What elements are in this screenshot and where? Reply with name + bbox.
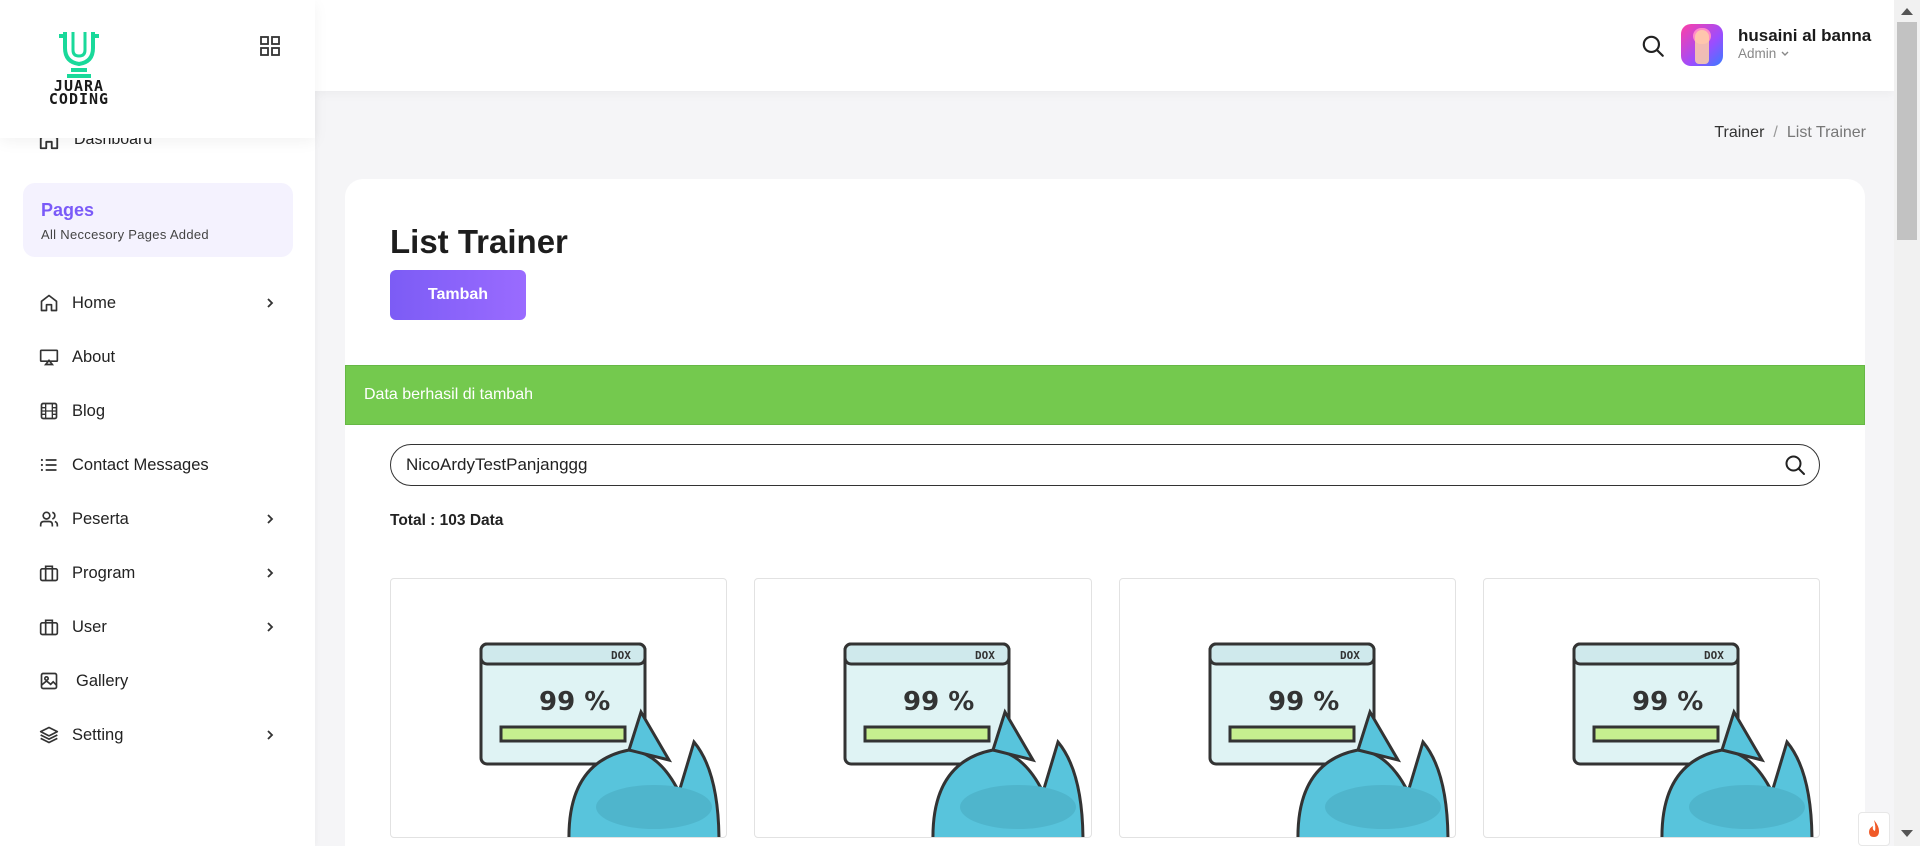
trophy-icon [59, 32, 99, 78]
search-input[interactable] [406, 455, 1783, 475]
flame-icon [1869, 820, 1879, 837]
users-icon [38, 508, 60, 530]
scroll-up-arrow-icon[interactable] [1901, 8, 1913, 15]
window-label: DOX [611, 649, 631, 662]
loading-placeholder-illustration: DOX 99 % [1572, 642, 1814, 837]
total-count: Total : 103 Data [390, 512, 504, 529]
layers-icon [38, 724, 60, 746]
sidebar-item-label: About [72, 347, 116, 366]
sidebar-item-label: Gallery [76, 671, 129, 690]
pages-section-card: Pages All Neccesory Pages Added [23, 183, 293, 257]
chevron-down-icon [1781, 51, 1789, 56]
chevron-right-icon [267, 298, 274, 308]
window-label: DOX [975, 649, 995, 662]
user-name: husaini al banna [1738, 26, 1872, 45]
trainer-card[interactable]: DOX 99 % [754, 578, 1092, 838]
sidebar-item-label: Peserta [72, 509, 129, 528]
sidebar-item-label: Home [72, 293, 117, 312]
chevron-right-icon [267, 514, 274, 524]
loading-placeholder-illustration: DOX 99 % [843, 642, 1085, 837]
sidebar-item-program[interactable]: Program [0, 546, 315, 600]
user-role-dropdown[interactable]: Admin [1738, 46, 1790, 61]
loading-placeholder-illustration: DOX 99 % [479, 642, 721, 837]
add-trainer-button[interactable]: Tambah [390, 270, 526, 320]
scroll-down-arrow-icon[interactable] [1901, 830, 1913, 837]
chevron-right-icon [267, 568, 274, 578]
sidebar-item-gallery[interactable]: Gallery [0, 654, 315, 708]
sidebar-item-peserta[interactable]: Peserta [0, 492, 315, 546]
page-title: List Trainer [390, 223, 568, 260]
pages-subtitle: All Neccesory Pages Added [41, 227, 209, 242]
loading-placeholder-illustration: DOX 99 % [1208, 642, 1449, 837]
sidebar-item-label: Contact Messages [72, 455, 209, 474]
alert-text: Data berhasil di tambah [364, 386, 533, 403]
list-icon [38, 454, 60, 476]
sidebar-header: JUARA CODING [0, 0, 315, 138]
sidebar-item-contact-messages[interactable]: Contact Messages [0, 438, 315, 492]
progress-text: 99 % [1632, 687, 1703, 717]
search-icon[interactable] [1640, 33, 1666, 59]
progress-text: 99 % [903, 687, 974, 717]
breadcrumb-separator: / [1773, 124, 1778, 141]
sidebar-item-blog[interactable]: Blog [0, 384, 315, 438]
sidebar-item-home[interactable]: Home [0, 276, 315, 330]
breadcrumb-current: List Trainer [1786, 124, 1866, 141]
image-icon [38, 670, 60, 692]
success-alert: Data berhasil di tambah [345, 365, 1865, 425]
trainer-card-grid: DOX 99 % DOX 99 % DOX 99 % DOX 99 % [390, 578, 1820, 838]
trainer-card[interactable]: DOX 99 % [1118, 578, 1456, 838]
sidebar: JUARA CODING Dashboard Pages All Neccesor… [0, 0, 315, 846]
avatar[interactable] [1681, 24, 1723, 66]
topbar: husaini al banna Admin [315, 0, 1894, 91]
sidebar-menu: Home About Blog Contact Messages Peserta… [0, 276, 315, 762]
flame-widget-button[interactable] [1858, 812, 1890, 846]
window-label: DOX [1704, 649, 1724, 662]
sidebar-item-label: User [72, 617, 107, 636]
search-field [390, 444, 1820, 486]
sidebar-item-label: Setting [72, 725, 124, 744]
progress-text: 99 % [539, 687, 610, 717]
window-label: DOX [1340, 649, 1360, 662]
briefcase-icon [38, 616, 60, 638]
user-role-label: Admin [1738, 46, 1777, 61]
breadcrumb: Trainer / List Trainer [1714, 124, 1866, 142]
scrollbar-thumb[interactable] [1897, 22, 1917, 240]
trainer-card[interactable]: DOX 99 % [390, 578, 728, 838]
chevron-right-icon [267, 730, 274, 740]
sidebar-item-label: Program [72, 563, 136, 582]
search-icon[interactable] [1783, 453, 1807, 477]
vertical-scrollbar[interactable] [1894, 0, 1920, 846]
brand-logo[interactable]: JUARA CODING [37, 28, 121, 108]
sidebar-item-label: Blog [72, 401, 106, 420]
pages-title: Pages [41, 200, 95, 220]
sidebar-item-about[interactable]: About [0, 330, 315, 384]
chevron-right-icon [267, 622, 274, 632]
home-icon [38, 292, 60, 314]
main-card: List Trainer Tambah Data berhasil di tam… [345, 179, 1865, 846]
briefcase-icon [38, 562, 60, 584]
grid-menu-icon[interactable] [260, 36, 280, 56]
sidebar-item-user[interactable]: User [0, 600, 315, 654]
monitor-icon [38, 346, 60, 368]
breadcrumb-link-trainer[interactable]: Trainer [1714, 124, 1764, 141]
trainer-card[interactable]: DOX 99 % [1482, 578, 1820, 838]
progress-text: 99 % [1268, 687, 1339, 717]
film-icon [38, 400, 60, 422]
sidebar-item-setting[interactable]: Setting [0, 708, 315, 762]
